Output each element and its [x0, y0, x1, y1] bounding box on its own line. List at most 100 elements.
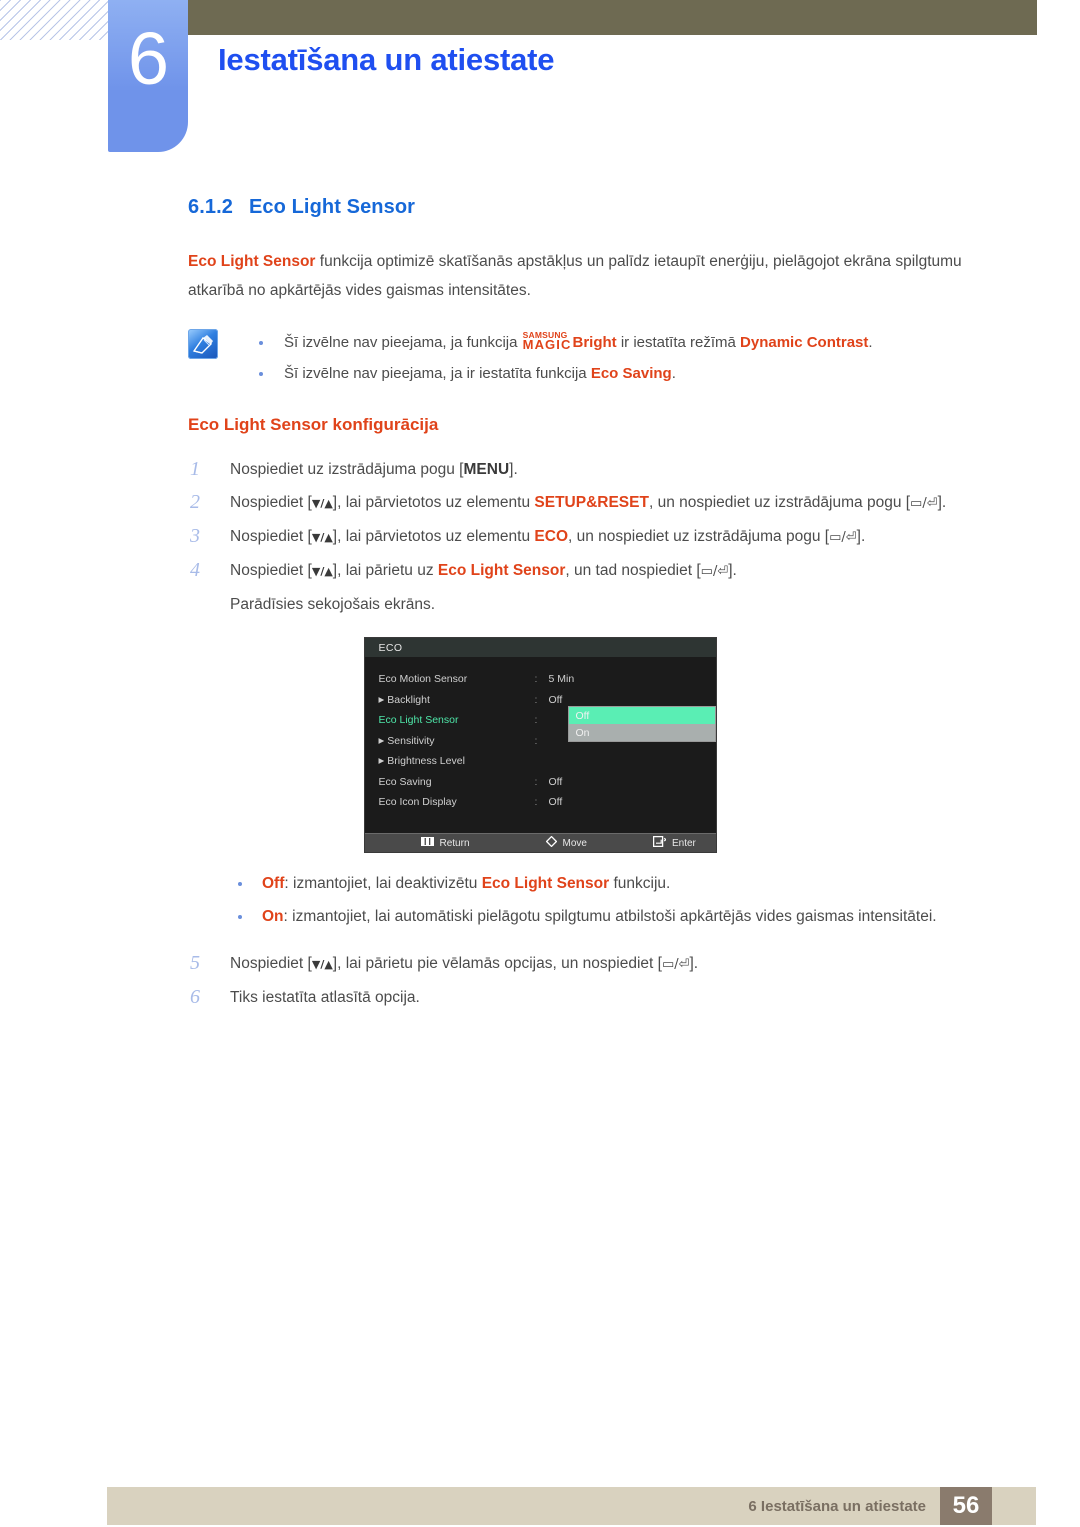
step-subtext: Parādīsies sekojošais ekrāns. [230, 596, 436, 613]
step-fragment: ]. [937, 494, 947, 511]
note-pencil-icon [188, 329, 218, 359]
osd-label: Eco Motion Sensor [378, 673, 468, 686]
step-fragment: ], lai pārietu pie vēlamās opcijas, un n… [332, 955, 662, 972]
osd-label: Eco Saving [378, 775, 432, 788]
step-fragment: Eco Light Sensor [437, 562, 566, 579]
osd-value: Off [548, 796, 563, 809]
chapter-title: Iestatīšana un atiestate [218, 42, 555, 77]
intro-paragraph: Eco Light Sensor funkcija optimizē skatī… [188, 247, 1010, 305]
step-number: 6 [190, 986, 200, 1008]
osd-colon: : [534, 673, 538, 686]
step-item: 4 Nospiediet [▼/▲], lai pārietu uz Eco L… [188, 554, 1010, 621]
hatch-decoration [0, 0, 108, 40]
note-post: . [671, 365, 676, 382]
step-fragment: , un nospiediet uz izstrādājuma pogu [ [648, 494, 911, 511]
option-item: On: izmantojiet, lai automātiski pielāgo… [230, 900, 995, 933]
step-item: 6 Tiks iestatīta atlasītā opcija. [188, 981, 1010, 1014]
note-block: Šī izvēlne nav pieejama, ja funkcija SAM… [188, 327, 1080, 389]
step-fragment: ECO [534, 528, 568, 545]
steps-list-before: 1 Nospiediet uz izstrādājuma pogu [MENU]… [0, 453, 1080, 621]
option-name: Off [262, 875, 285, 892]
chapter-tab: 6 [108, 0, 188, 152]
page-footer: 6 Iestatīšana un atiestate 56 [107, 1487, 1036, 1525]
option-pre: : izmantojiet, lai deaktivizētu [284, 875, 482, 892]
step-fragment: ▼/▲ [311, 497, 333, 510]
step-fragment: ▭/⏎ [661, 957, 690, 972]
chapter-number: 6 [127, 17, 169, 100]
osd-screenshot-wrapper: ECO Eco Motion Sensor : 5 Min Backlight … [0, 637, 1080, 853]
step-fragment: ▼/▲ [311, 958, 333, 971]
osd-row: Eco Icon Display : Off [365, 792, 716, 813]
step-text: Nospiediet [▼/▲], lai pārvietotos uz ele… [230, 520, 1010, 554]
osd-footer-return: Return [420, 837, 470, 849]
dropdown-option-on[interactable]: On [568, 724, 715, 741]
step-fragment: Nospiediet [ [230, 562, 312, 579]
step-fragment: Nospiediet uz izstrādājuma pogu [ [230, 461, 464, 478]
step-fragment: ]. [509, 461, 518, 478]
note-highlight: Eco Saving [590, 365, 672, 382]
steps-list-after: 5 Nospiediet [▼/▲], lai pārietu pie vēla… [0, 947, 1080, 1014]
section-number: 6.1.2 [188, 196, 233, 218]
step-text: Nospiediet [▼/▲], lai pārietu uz Eco Lig… [230, 554, 1010, 588]
step-item: 1 Nospiediet uz izstrādājuma pogu [MENU]… [188, 453, 1010, 486]
step-number: 2 [190, 491, 200, 513]
step-fragment: , un nospiediet uz izstrādājuma pogu [ [568, 528, 830, 545]
step-fragment: ], lai pārvietotos uz elementu [332, 528, 535, 545]
step-fragment: ]. [689, 955, 699, 972]
osd-row: Eco Motion Sensor : 5 Min [365, 669, 716, 690]
note-pre: Šī izvēlne nav pieejama, ja ir iestatīta… [284, 365, 591, 382]
step-fragment: SETUP&RESET [534, 494, 649, 511]
dropdown-option-off[interactable]: Off [568, 707, 715, 724]
section-title: Eco Light Sensor [248, 196, 416, 218]
step-text: Nospiediet [▼/▲], lai pārietu pie vēlamā… [230, 947, 1010, 981]
samsung-magic-logo: SAMSUNG MAGIC [523, 330, 572, 351]
step-fragment: , un tad nospiediet [ [565, 562, 701, 579]
note-list: Šī izvēlne nav pieejama, ja funkcija SAM… [246, 327, 1080, 389]
step-text: Tiks iestatīta atlasītā opcija. [230, 981, 1010, 1014]
step-item: 3 Nospiediet [▼/▲], lai pārvietotos uz e… [188, 520, 1010, 554]
osd-footer-label: Enter [671, 837, 696, 849]
step-fragment: ]. [856, 528, 866, 545]
osd-label: Eco Light Sensor [378, 714, 459, 727]
option-post: funkciju. [609, 875, 671, 892]
osd-label: Brightness Level [365, 755, 535, 767]
osd-dropdown[interactable]: Off On [567, 706, 716, 742]
step-item: 2 Nospiediet [▼/▲], lai pārvietotos uz e… [188, 486, 1010, 520]
step-fragment: ], lai pārvietotos uz elementu [332, 494, 535, 511]
note-mid: ir iestatīta režīmā [616, 334, 741, 351]
footer-chapter-text: 6 Iestatīšana un atiestate [748, 1497, 926, 1515]
step-fragment: ▭/⏎ [829, 530, 857, 545]
option-highlight: Eco Light Sensor [481, 875, 610, 892]
note-highlight: Dynamic Contrast [740, 334, 869, 351]
option-item: Off: izmantojiet, lai deaktivizētu Eco L… [230, 867, 995, 900]
option-pre: : izmantojiet, lai automātiski pielāgotu… [283, 908, 937, 925]
osd-footer-move: Move [545, 835, 587, 850]
step-fragment: ▼/▲ [311, 531, 333, 544]
osd-label: Eco Icon Display [378, 796, 457, 809]
osd-footer-bar: Return Move Enter [364, 833, 716, 852]
step-fragment: Nospiediet [ [230, 528, 312, 545]
note-post: . [868, 334, 873, 351]
osd-row: Eco Saving : Off [365, 772, 716, 793]
note-pre: Šī izvēlne nav pieejama, ja funkcija [284, 334, 522, 351]
section-heading: 6.1.2 Eco Light Sensor [188, 196, 1080, 219]
step-fragment: Nospiediet [ [230, 955, 312, 972]
step-number: 3 [190, 525, 200, 547]
step-fragment: Tiks iestatīta atlasītā opcija. [230, 989, 420, 1006]
intro-term: Eco Light Sensor [188, 253, 316, 270]
menu-bars-icon [420, 837, 434, 849]
osd-value: Off [548, 693, 563, 706]
osd-colon: : [534, 693, 538, 706]
header-olive-bar [108, 0, 1037, 35]
diamond-move-icon [545, 835, 557, 850]
step-fragment: ▭/⏎ [910, 496, 938, 511]
osd-value: Off [548, 775, 563, 788]
osd-menu: ECO Eco Motion Sensor : 5 Min Backlight … [363, 637, 717, 853]
step-text: Nospiediet uz izstrādājuma pogu [MENU]. [230, 453, 1010, 486]
step-fragment: ▼/▲ [311, 565, 333, 578]
osd-value: 5 Min [548, 673, 575, 686]
osd-footer-enter: Enter [652, 835, 696, 850]
step-number: 5 [190, 952, 200, 974]
option-name: On [262, 908, 284, 925]
osd-colon: : [534, 796, 538, 809]
